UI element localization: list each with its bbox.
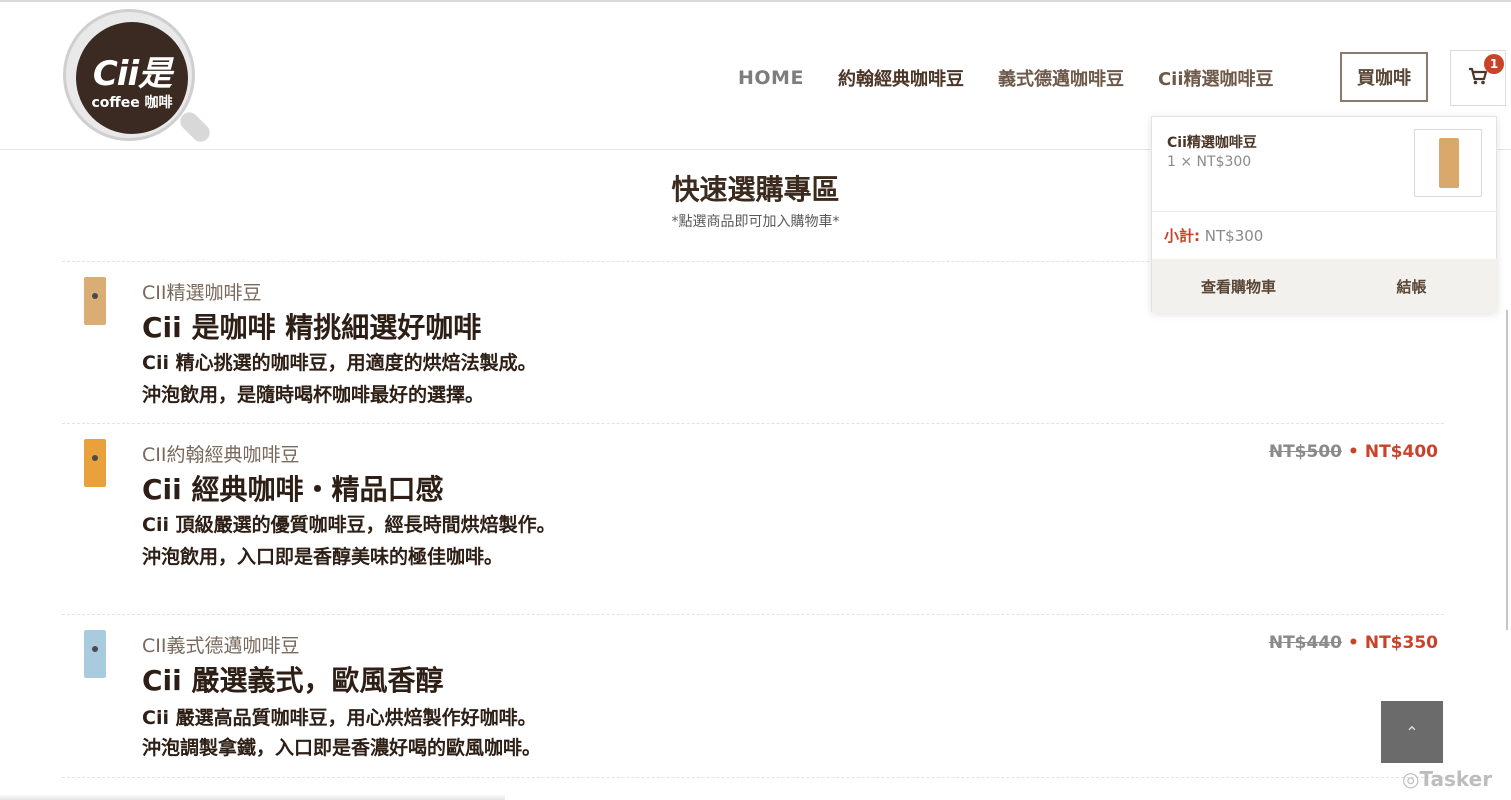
divider bbox=[1152, 211, 1498, 212]
watermark: ◎Tasker bbox=[1402, 767, 1492, 791]
cart-count-badge: 1 bbox=[1484, 54, 1504, 74]
bag-logo-dot bbox=[92, 646, 98, 652]
magnifier-handle bbox=[176, 108, 214, 146]
product-category: CII義式德邁咖啡豆 bbox=[142, 635, 300, 657]
product-desc-line: 沖泡飲用，入口即是香醇美味的極佳咖啡。 bbox=[142, 546, 504, 568]
window-edge-shadow bbox=[0, 794, 505, 800]
nav-john-classic[interactable]: 約翰經典咖啡豆 bbox=[838, 65, 964, 91]
original-price: NT$500 bbox=[1268, 442, 1342, 462]
product-price: NT$500 • NT$400 bbox=[1269, 442, 1438, 462]
logo-text: Cii是 bbox=[92, 54, 172, 94]
product-image[interactable] bbox=[84, 439, 106, 487]
sale-price: NT$400 bbox=[1364, 442, 1438, 462]
price-separator: • bbox=[1347, 633, 1359, 653]
bag-logo-dot bbox=[92, 455, 98, 461]
original-price: NT$440 bbox=[1268, 633, 1342, 653]
watermark-logo-icon: ◎ bbox=[1402, 767, 1420, 791]
cart-actions: 查看購物車 結帳 bbox=[1152, 259, 1498, 313]
main-nav: HOME 約翰經典咖啡豆 義式德邁咖啡豆 Cii精選咖啡豆 bbox=[738, 60, 1308, 96]
divider bbox=[62, 777, 1444, 778]
page: Cii是 coffee 咖啡 HOME 約翰經典咖啡豆 義式德邁咖啡豆 Cii精… bbox=[0, 0, 1511, 800]
cart-icon bbox=[1468, 67, 1488, 89]
product-desc-line: Cii 頂級嚴選的優質咖啡豆，經長時間烘焙製作。 bbox=[142, 514, 556, 536]
subtotal-label: 小計: bbox=[1164, 227, 1200, 245]
cart-subtotal: 小計: NT$300 bbox=[1164, 225, 1263, 246]
product-name[interactable]: Cii 是咖啡 精挑細選好咖啡 bbox=[142, 306, 481, 346]
product-image[interactable] bbox=[84, 277, 106, 325]
product-price: NT$440 • NT$350 bbox=[1269, 633, 1438, 653]
logo-ring: Cii是 coffee 咖啡 bbox=[63, 9, 195, 141]
bag-logo-dot bbox=[92, 293, 98, 299]
nav-home[interactable]: HOME bbox=[738, 67, 804, 89]
buy-coffee-button[interactable]: 買咖啡 bbox=[1340, 52, 1428, 102]
product-image[interactable] bbox=[84, 630, 106, 678]
product-desc-line: Cii 嚴選高品質咖啡豆，用心烘焙製作好咖啡。 bbox=[142, 707, 537, 729]
cart-item-name[interactable]: Cii精選咖啡豆 bbox=[1167, 132, 1257, 152]
product-desc-line: 沖泡飲用，是隨時喝杯咖啡最好的選擇。 bbox=[142, 384, 485, 406]
product-category: CII精選咖啡豆 bbox=[142, 282, 262, 304]
product-desc-line: 沖泡調製拿鐵，入口即是香濃好喝的歐風咖啡。 bbox=[142, 737, 542, 759]
product-category: CII約翰經典咖啡豆 bbox=[142, 444, 300, 466]
logo-subtext: coffee 咖啡 bbox=[91, 95, 173, 111]
view-cart-button[interactable]: 查看購物車 bbox=[1152, 259, 1325, 313]
nav-cii-select[interactable]: Cii精選咖啡豆 bbox=[1158, 65, 1274, 91]
subtotal-value: NT$300 bbox=[1204, 227, 1264, 245]
price-separator: • bbox=[1347, 442, 1359, 462]
cart-item-qty: 1 × NT$300 bbox=[1167, 154, 1252, 170]
mini-cart-dropdown: Cii精選咖啡豆 1 × NT$300 小計: NT$300 查看購物車 結帳 bbox=[1151, 116, 1498, 313]
site-logo[interactable]: Cii是 coffee 咖啡 bbox=[60, 6, 214, 154]
sale-price: NT$350 bbox=[1364, 633, 1438, 653]
coffee-bag-image bbox=[1439, 138, 1459, 188]
product-name[interactable]: Cii 經典咖啡・精品口感 bbox=[142, 468, 444, 508]
nav-italian-demai[interactable]: 義式德邁咖啡豆 bbox=[998, 65, 1124, 91]
product-desc-line: Cii 精心挑選的咖啡豆，用適度的烘焙法製成。 bbox=[142, 352, 537, 374]
back-to-top-button[interactable]: ⌃ bbox=[1381, 701, 1443, 763]
chevron-up-icon: ⌃ bbox=[1405, 722, 1419, 742]
cart-item-thumbnail[interactable] bbox=[1414, 129, 1482, 197]
logo-badge: Cii是 coffee 咖啡 bbox=[76, 22, 188, 134]
product-name[interactable]: Cii 嚴選義式，歐風香醇 bbox=[142, 659, 444, 699]
watermark-text: Tasker bbox=[1419, 767, 1493, 791]
product-row[interactable]: CII義式德邁咖啡豆 Cii 嚴選義式，歐風香醇 Cii 嚴選高品質咖啡豆，用心… bbox=[62, 615, 1444, 777]
scrollbar[interactable] bbox=[1506, 310, 1508, 630]
product-row[interactable]: CII約翰經典咖啡豆 Cii 經典咖啡・精品口感 Cii 頂級嚴選的優質咖啡豆，… bbox=[62, 424, 1444, 614]
checkout-button[interactable]: 結帳 bbox=[1325, 259, 1498, 313]
